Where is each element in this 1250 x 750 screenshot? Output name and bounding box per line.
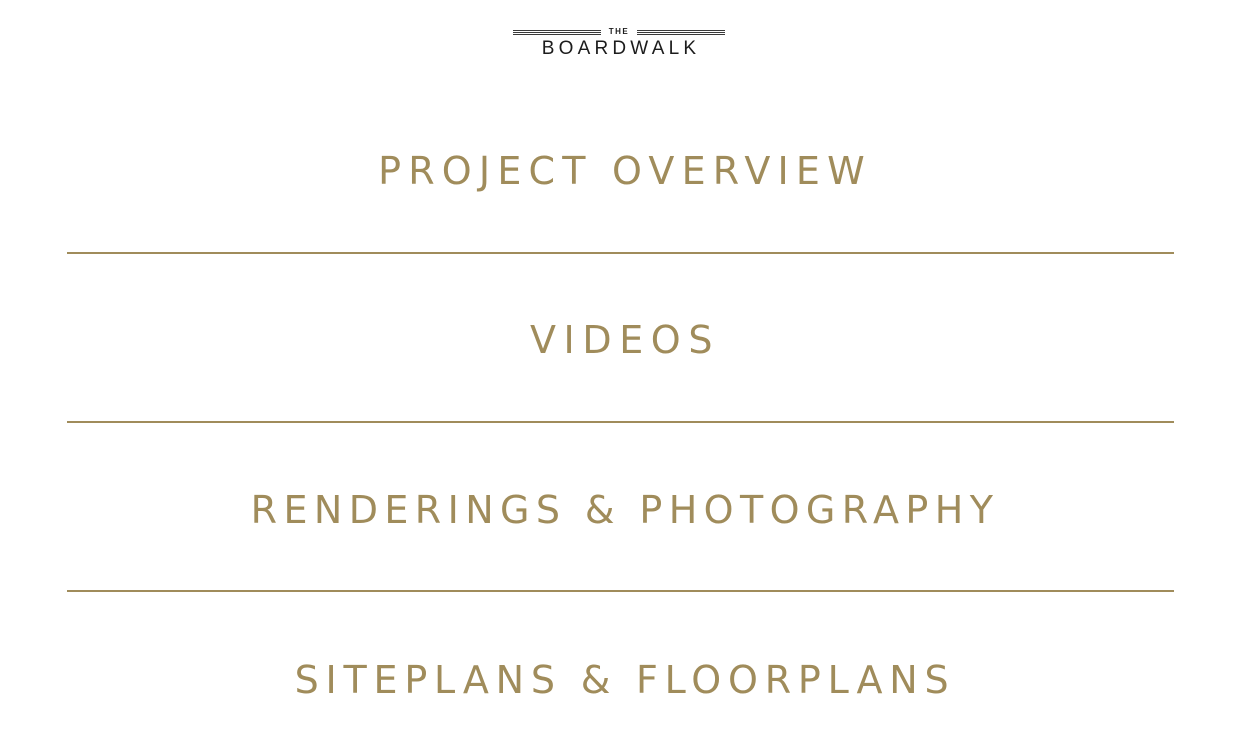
menu-divider	[67, 590, 1174, 592]
menu-item-project-overview[interactable]: PROJECT OVERVIEW	[0, 151, 1250, 191]
menu-divider	[67, 252, 1174, 254]
menu-item-label: SITEPLANS & FLOORPLANS	[294, 658, 956, 702]
menu-item-label: PROJECT OVERVIEW	[378, 149, 872, 193]
menu-item-siteplans-floorplans[interactable]: SITEPLANS & FLOORPLANS	[0, 660, 1250, 700]
menu-divider	[67, 421, 1174, 423]
logo-wordmark: BOARDWALK	[541, 38, 701, 59]
logo-rule-right	[637, 30, 725, 35]
menu-item-videos[interactable]: VIDEOS	[0, 320, 1250, 360]
boardwalk-logo[interactable]: THE BOARDWALK	[513, 27, 725, 60]
logo-top-row: THE	[513, 27, 725, 38]
menu-item-label: RENDERINGS & PHOTOGRAPHY	[250, 488, 1000, 532]
menu-item-label: VIDEOS	[529, 318, 721, 362]
menu-item-renderings-photography[interactable]: RENDERINGS & PHOTOGRAPHY	[0, 490, 1250, 530]
